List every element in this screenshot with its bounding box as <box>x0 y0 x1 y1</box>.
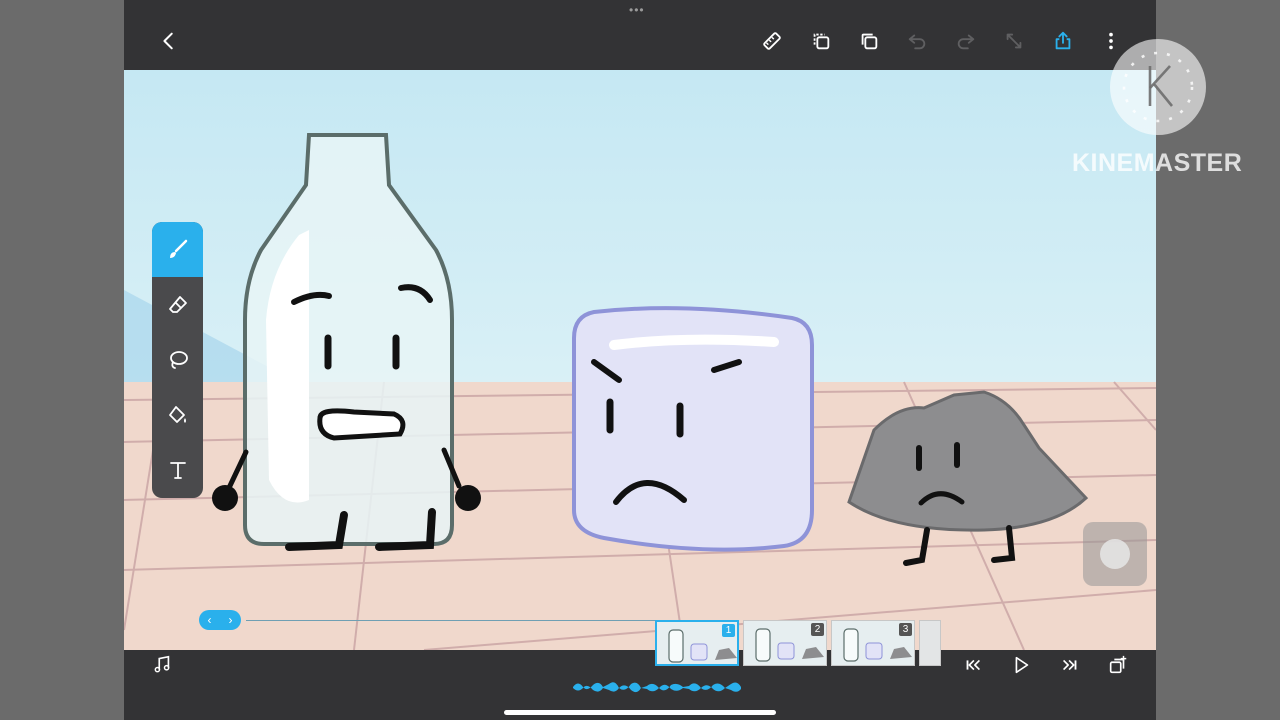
paint-bucket-icon <box>168 405 186 423</box>
music-note-icon <box>154 655 170 673</box>
play-button[interactable] <box>1006 650 1036 680</box>
eraser-icon <box>168 295 187 313</box>
redo-icon <box>957 34 975 50</box>
animation-app: ••• ‹ › 1 2 3 <box>124 0 1156 720</box>
eraser-tool[interactable] <box>152 277 203 332</box>
scrub-left-icon: ‹ <box>207 613 212 627</box>
text-icon <box>169 461 186 479</box>
skip-forward-icon <box>1062 659 1077 671</box>
frame-number: 3 <box>899 623 912 636</box>
back-button[interactable] <box>152 24 186 58</box>
share-icon <box>1055 31 1071 50</box>
undo-button[interactable] <box>900 24 934 58</box>
undo-icon <box>908 34 926 50</box>
layers-icon <box>861 33 878 50</box>
ruler-icon <box>763 32 781 50</box>
text-tool[interactable] <box>152 442 203 497</box>
resize-button[interactable] <box>997 24 1031 58</box>
timeline-scrubber-handle[interactable]: ‹ › <box>199 610 241 630</box>
timeline-track <box>246 620 666 621</box>
skip-back-icon <box>966 659 981 671</box>
window-grip-icon[interactable]: ••• <box>629 4 645 16</box>
layers-button[interactable] <box>852 24 886 58</box>
drawing-tool-panel <box>152 222 203 498</box>
audio-waveform[interactable] <box>573 676 743 698</box>
play-icon <box>1015 656 1029 674</box>
add-frame-button[interactable] <box>1103 650 1133 680</box>
record-button[interactable] <box>1083 522 1147 586</box>
lasso-tool[interactable] <box>152 332 203 387</box>
music-button[interactable] <box>147 650 177 680</box>
brush-icon <box>169 239 187 258</box>
lasso-icon <box>169 350 188 369</box>
chevron-left-icon <box>163 32 173 50</box>
copy-icon <box>813 33 830 50</box>
home-indicator[interactable] <box>504 710 776 715</box>
duplicate-button[interactable] <box>804 24 838 58</box>
drawing-canvas[interactable] <box>124 70 1156 650</box>
first-frame-button[interactable] <box>958 650 988 680</box>
fill-tool[interactable] <box>152 387 203 442</box>
frame-number: 2 <box>811 623 824 636</box>
scrub-right-icon: › <box>228 613 233 627</box>
last-frame-button[interactable] <box>1055 650 1085 680</box>
top-toolbar: ••• <box>124 0 1156 70</box>
ice-cube-character <box>572 306 814 552</box>
watermark-text: KINEMASTER <box>1072 149 1243 177</box>
animation-frame-artwork <box>124 70 1156 650</box>
brush-tool[interactable] <box>152 222 203 277</box>
add-layer-icon <box>1109 655 1127 674</box>
redo-button[interactable] <box>949 24 983 58</box>
ruler-button[interactable] <box>755 24 789 58</box>
resize-icon <box>1006 33 1022 49</box>
frame-number: 1 <box>722 624 735 637</box>
